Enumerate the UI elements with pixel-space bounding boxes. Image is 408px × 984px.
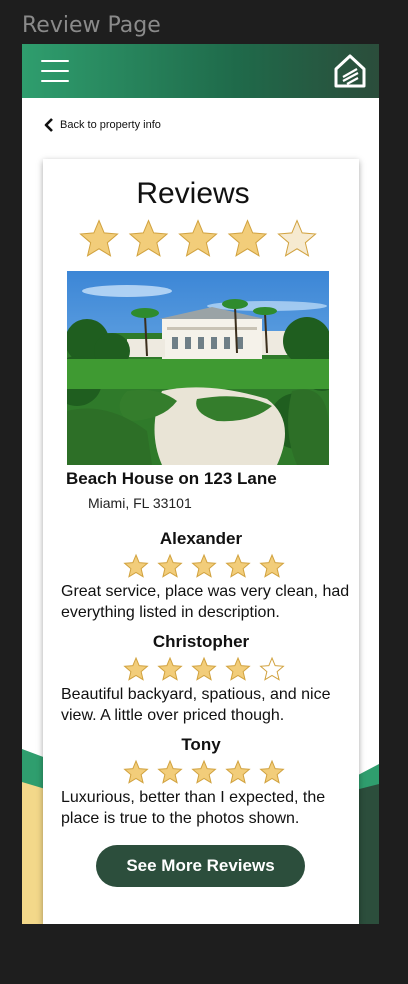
star-icon [277,219,317,257]
star-icon [79,219,119,257]
overall-rating-stars [79,219,317,257]
star-icon [259,656,285,681]
star-icon [225,656,251,681]
reviewer-name: Christopher [152,632,250,651]
star-icon [191,656,217,681]
review-text: Luxurious, better than I expected, the p… [61,789,326,827]
phone-screen: Back to property info Reviews Beach Hous… [22,44,379,924]
review-rating-stars [123,553,285,578]
star-icon [128,219,169,257]
star-icon [157,656,183,681]
review-text: Great service, place was very clean, had… [61,583,350,621]
property-name: Beach House on 123 Lane [66,469,277,488]
page-title: Reviews [136,177,250,210]
reviews-card: Reviews Beach House on 123 Lane Miami, F… [43,159,359,924]
star-icon [178,219,218,257]
top-navigation-bar [22,44,379,98]
home-icon[interactable] [333,53,367,89]
star-icon [191,759,217,784]
reviewer-name: Tony [181,735,221,754]
review-rating-stars [123,759,285,784]
star-icon [123,656,149,681]
back-to-property-link[interactable]: Back to property info [43,116,161,134]
star-icon [259,553,285,578]
review-rating-stars [123,656,285,681]
frame-label: Review Page [22,13,161,38]
review-text: Beautiful backyard, spatious, and nice v… [61,686,331,724]
chevron-left-icon [44,118,53,132]
star-icon [225,553,251,578]
star-icon [123,553,149,578]
star-icon [225,759,251,784]
star-icon [123,759,149,784]
star-icon [157,553,183,578]
reviewer-name: Alexander [159,529,243,548]
property-address: Miami, FL 33101 [88,495,192,511]
see-more-reviews-button[interactable]: See More Reviews [96,845,305,887]
back-link-label: Back to property info [60,119,161,131]
star-icon [259,759,285,784]
star-icon [191,553,217,578]
property-photo [67,271,329,465]
hamburger-menu-icon[interactable] [41,60,69,82]
star-icon [227,219,268,257]
star-icon [157,759,183,784]
